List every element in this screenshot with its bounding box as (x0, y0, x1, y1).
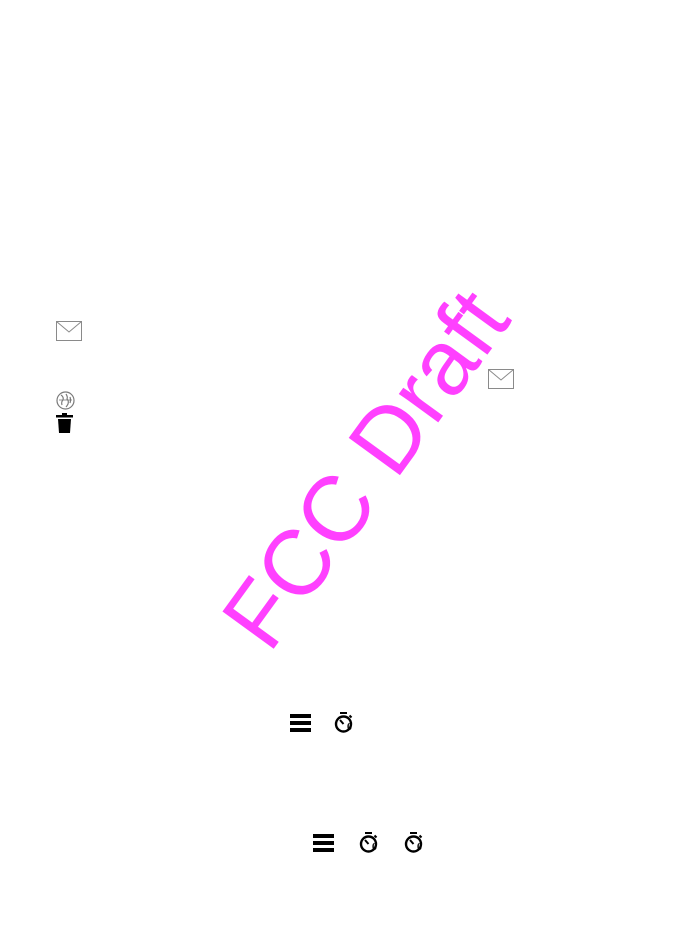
envelope-icon (488, 369, 514, 389)
globe-icon (56, 391, 75, 410)
timer-icon: 0 (404, 832, 426, 854)
timer-value: 0 (347, 722, 352, 733)
timer-icon: 0 (359, 832, 381, 854)
fcc-draft-watermark: FCC Draft (202, 271, 529, 667)
timer-icon: 0 (334, 712, 356, 734)
menu-icon (313, 834, 334, 852)
document-page: 0 0 0 FCC Draft (0, 0, 680, 942)
envelope-icon (56, 321, 82, 341)
timer-value: 0 (417, 842, 422, 853)
timer-value: 0 (372, 842, 377, 853)
menu-icon (290, 714, 311, 732)
trash-icon (56, 413, 73, 433)
